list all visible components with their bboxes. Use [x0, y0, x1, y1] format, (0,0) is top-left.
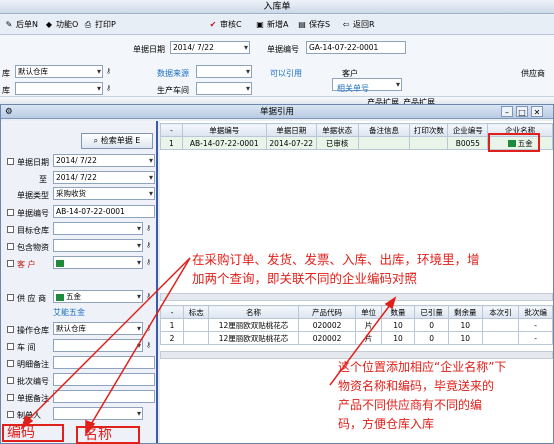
annotation-box-name: 名称	[76, 426, 140, 444]
annotation-text-2: 这个位置添加相应“企业名称”下 物资名称和编码，毕竟送来的 产品不同供应商有不同…	[338, 360, 507, 431]
annotation-text-1: 在采购订单、发货、发票、入库、出库，环境里，增 加两个查询，即关联不同的企业编码…	[192, 252, 480, 286]
arrowhead-icon	[384, 296, 397, 310]
annotation-box-code: 编码	[2, 424, 64, 442]
highlight-company-name	[488, 133, 540, 152]
annotation-arrow-code	[27, 257, 191, 421]
